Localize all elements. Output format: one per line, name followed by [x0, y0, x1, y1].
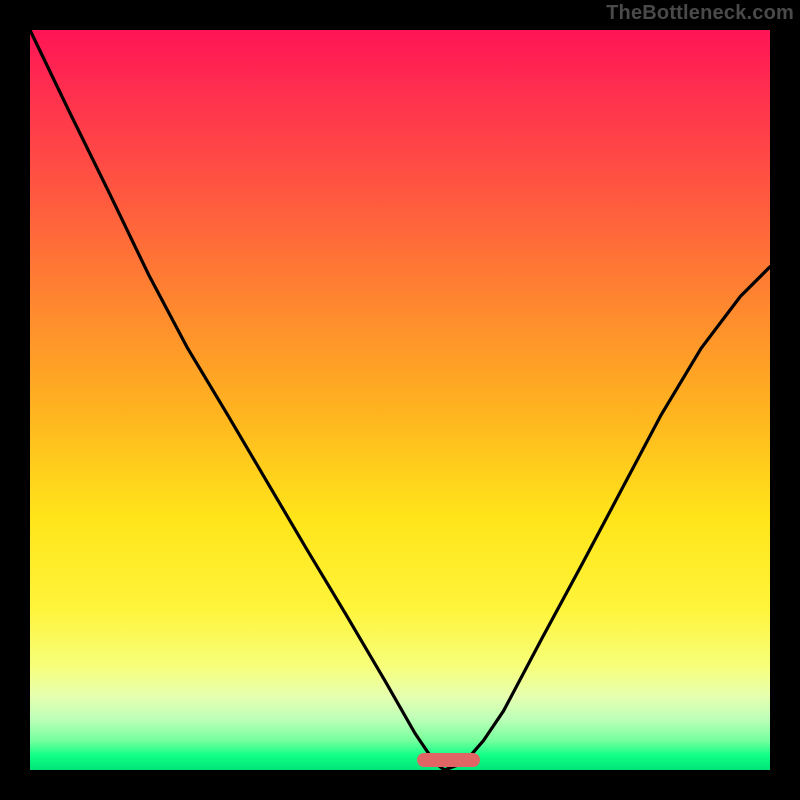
watermark-text: TheBottleneck.com [606, 2, 794, 25]
optimal-range-marker [417, 753, 480, 767]
plot-area [30, 30, 770, 770]
chart-frame: TheBottleneck.com [0, 0, 800, 800]
bottleneck-curve [30, 30, 770, 770]
